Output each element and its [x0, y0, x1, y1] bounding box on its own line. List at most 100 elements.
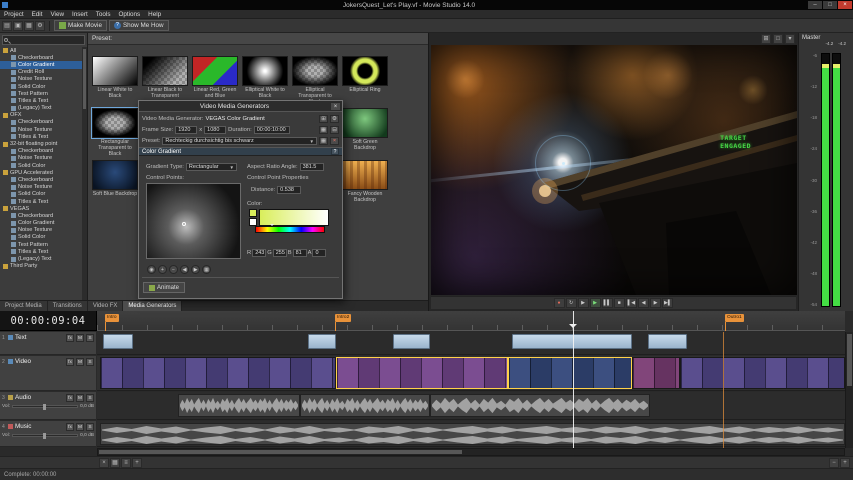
tree-item[interactable]: Titles & Text [0, 248, 82, 255]
close-button[interactable]: × [838, 1, 852, 9]
solo-button[interactable]: S [86, 358, 94, 366]
window-tab[interactable]: Transitions [48, 301, 88, 311]
track-fx-button[interactable]: fx [66, 394, 74, 402]
tree-item[interactable]: Checkerboard [0, 148, 82, 155]
music-event[interactable] [100, 423, 845, 445]
frame-height-field[interactable]: 1080 [204, 126, 226, 134]
new-project-icon[interactable]: ▤ [2, 21, 12, 31]
video-event-selected[interactable] [336, 357, 508, 389]
audio-event[interactable] [300, 394, 430, 417]
tree-item[interactable]: OFX [0, 112, 82, 119]
stop-button[interactable]: ■ [614, 298, 625, 308]
tree-item[interactable]: (Legacy) Text [0, 105, 82, 112]
overlays-icon[interactable]: ⊞ [761, 34, 771, 44]
dialog-title-bar[interactable]: Video Media Generators × [139, 101, 342, 112]
r-field[interactable]: 243 [252, 249, 266, 257]
timeline-marker[interactable]: Intro [105, 314, 119, 322]
tree-item[interactable]: Test Pattern [0, 241, 82, 248]
tree-item[interactable]: Noise Texture [0, 155, 82, 162]
tree-item[interactable]: Checkerboard [0, 119, 82, 126]
mute-button[interactable]: M [76, 358, 84, 366]
plugin-browser-icon[interactable]: ⊞ [319, 115, 328, 123]
distance-field[interactable]: 0.538 [277, 186, 301, 194]
tree-item[interactable]: Third Party [0, 263, 82, 270]
add-point-icon[interactable]: + [158, 265, 167, 274]
tree-item[interactable]: Titles & Text [0, 198, 82, 205]
match-project-icon[interactable]: ▦ [319, 126, 328, 134]
menu-item[interactable]: View [46, 11, 68, 18]
secondary-color-swatch[interactable] [249, 218, 257, 226]
plugin-help-icon[interactable]: ? [331, 148, 339, 155]
tree-item[interactable]: Checkerboard [0, 54, 82, 61]
hue-marker[interactable] [270, 224, 274, 228]
track-fx-button[interactable]: fx [66, 358, 74, 366]
tree-item[interactable]: GPU Accelerated [0, 169, 82, 176]
menu-item[interactable]: Options [114, 11, 144, 18]
volume-slider[interactable] [12, 405, 78, 408]
save-project-icon[interactable]: ▦ [24, 21, 34, 31]
next-frame-button[interactable]: ▶ [650, 298, 661, 308]
tree-item[interactable]: Color Gradient [0, 61, 82, 68]
preset-combobox[interactable]: Rechteckig durchsichtig bis schwarz ▼ [162, 137, 317, 145]
play-from-start-button[interactable]: ▶ [578, 298, 589, 308]
time-ruler[interactable]: Intro Intro2 Outro1 [97, 311, 845, 331]
window-tab[interactable]: Video FX [88, 301, 124, 311]
tree-item[interactable]: Checkerboard [0, 176, 82, 183]
track-header-audio[interactable]: 3 Audio fx M S Vol: 0,0 dB [0, 392, 96, 420]
solo-button[interactable]: S [86, 394, 94, 402]
search-input[interactable] [2, 35, 85, 45]
horizontal-scrollbar[interactable] [97, 448, 845, 456]
b-field[interactable]: 81 [293, 249, 307, 257]
text-event[interactable] [103, 334, 133, 349]
tree-item[interactable]: Credit Roll [0, 69, 82, 76]
mute-button[interactable]: M [76, 423, 84, 431]
meter-left-channel[interactable] [821, 53, 830, 307]
solo-button[interactable]: S [86, 334, 94, 342]
delete-preset-icon[interactable]: × [330, 137, 339, 145]
save-preset-icon[interactable]: ▦ [319, 137, 328, 145]
tree-item[interactable]: (Legacy) Text [0, 255, 82, 262]
tree-item[interactable]: Test Pattern [0, 90, 82, 97]
record-button[interactable]: ● [554, 298, 565, 308]
video-frame[interactable]: TARGET ENGAGED [431, 45, 797, 295]
text-event[interactable] [393, 334, 430, 349]
previous-point-icon[interactable]: ◀ [180, 265, 189, 274]
preview-quality-icon[interactable]: ▾ [785, 34, 795, 44]
audio-event[interactable] [178, 394, 300, 417]
frame-width-field[interactable]: 1920 [175, 126, 197, 134]
tree-scrollbar[interactable] [82, 47, 87, 300]
preset-item[interactable]: Linear White to Black [92, 56, 138, 99]
hue-bar[interactable] [255, 226, 325, 233]
add-bus-icon[interactable]: + [132, 458, 142, 468]
tree-item[interactable]: Solid Color [0, 191, 82, 198]
move-point-icon[interactable]: ◉ [147, 265, 156, 274]
dialog-close-icon[interactable]: × [330, 102, 341, 111]
gradient-type-select[interactable]: Rectangular ▼ [186, 163, 237, 171]
loop-playback-button[interactable]: ↻ [566, 298, 577, 308]
go-to-end-button[interactable]: ▶▌ [662, 298, 673, 308]
open-project-icon[interactable]: ▣ [13, 21, 23, 31]
preset-item[interactable]: Elliptical White to Black [242, 56, 288, 99]
preset-item[interactable]: Soft Green Backdrop [342, 108, 388, 151]
track-list-icon[interactable]: ≡ [121, 458, 131, 468]
video-event-selected[interactable] [508, 357, 632, 389]
audio-bus-icon[interactable]: ▦ [110, 458, 120, 468]
timecode-display[interactable]: 00:00:09:04 [0, 311, 97, 331]
text-track-lane[interactable] [97, 332, 845, 355]
next-point-icon[interactable]: ▶ [191, 265, 200, 274]
minimize-button[interactable]: – [808, 1, 822, 9]
video-event[interactable] [680, 357, 845, 389]
menu-item[interactable]: Help [144, 11, 165, 18]
tree-item[interactable]: 32-bit floating point [0, 140, 82, 147]
track-fx-button[interactable]: fx [66, 334, 74, 342]
duration-field[interactable]: 00:00:10:00 [254, 126, 290, 134]
zoom-in-icon[interactable]: + [840, 458, 850, 468]
gradient-preview[interactable] [146, 183, 241, 259]
frame-settings-icon[interactable]: ⊟ [330, 126, 339, 134]
menu-item[interactable]: Edit [28, 11, 47, 18]
preset-item[interactable]: Linear Red, Green and Blue [192, 56, 238, 99]
video-event[interactable] [100, 357, 336, 389]
control-point-marker[interactable] [182, 222, 186, 226]
tree-item[interactable]: Titles & Text [0, 133, 82, 140]
a-field[interactable]: 0 [312, 249, 326, 257]
